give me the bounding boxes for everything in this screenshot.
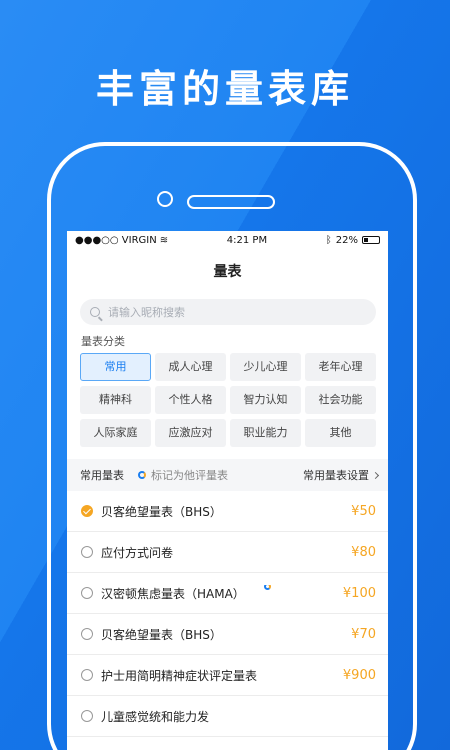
scale-row[interactable]: 汉密顿焦虑量表（HAMA） ¥100: [67, 573, 388, 614]
scale-name-text: 汉密顿焦虑量表（HAMA）: [101, 586, 245, 601]
other-rated-note: 标记为他评量表: [138, 467, 303, 483]
scale-row[interactable]: 应付方式问卷 ¥80: [67, 532, 388, 573]
scale-row[interactable]: 护士用简明精神症状评定量表 ¥900: [67, 655, 388, 696]
wifi-icon: ≋: [159, 234, 169, 246]
category-chip[interactable]: 成人心理: [155, 353, 226, 381]
scale-price: ¥50: [351, 503, 376, 519]
scale-name-text: 应付方式问卷: [101, 545, 174, 560]
radio-icon[interactable]: [81, 628, 93, 640]
speaker-icon: [187, 195, 275, 209]
scale-name-text: 儿童感觉统和能力发: [101, 709, 210, 724]
category-chip[interactable]: 人际家庭: [80, 419, 151, 447]
status-bar: ●●●○○ VIRGIN ≋ 4:21 PM ᛒ 22%: [67, 231, 388, 249]
category-chip[interactable]: 其他: [305, 419, 376, 447]
search-input[interactable]: 请输入昵称搜索: [80, 299, 376, 325]
scale-list: 贝客绝望量表（BHS） ¥50 应付方式问卷 ¥80 汉密顿焦虑量表（HAMA） ¥100…: [67, 491, 388, 737]
scale-name: 护士用简明精神症状评定量表: [101, 667, 343, 684]
phone-screen: ●●●○○ VIRGIN ≋ 4:21 PM ᛒ 22% 量表 请输入昵称搜索 …: [67, 231, 388, 750]
battery-icon: [362, 236, 380, 244]
category-chip[interactable]: 个性人格: [155, 386, 226, 414]
scale-row[interactable]: 贝客绝望量表（BHS） ¥70: [67, 614, 388, 655]
scale-name-text: 贝客绝望量表（BHS）: [101, 504, 222, 519]
radio-icon[interactable]: [81, 546, 93, 558]
radio-icon[interactable]: [81, 587, 93, 599]
common-scale-header: 常用量表 标记为他评量表 常用量表设置: [67, 459, 388, 491]
category-chip[interactable]: 职业能力: [230, 419, 301, 447]
scale-name: 贝客绝望量表（BHS）: [101, 503, 351, 520]
radio-icon[interactable]: [81, 669, 93, 681]
category-label: 量表分类: [81, 335, 125, 348]
scale-name-text: 贝客绝望量表（BHS）: [101, 627, 222, 642]
category-grid: 常用 成人心理 少儿心理 老年心理精神科 个性人格 智力认知 社会功能人际家庭 应激应对 职业能…: [80, 353, 376, 447]
carrier-label: ●●●○○ VIRGIN: [75, 234, 157, 246]
settings-label: 常用量表设置: [303, 469, 369, 482]
scale-name: 应付方式问卷: [101, 544, 351, 561]
bluetooth-icon: ᛒ: [325, 234, 332, 246]
search-icon: [90, 307, 100, 317]
other-rated-label: 标记为他评量表: [151, 469, 228, 482]
scale-price: ¥70: [351, 626, 376, 642]
scale-name-text: 护士用简明精神症状评定量表: [101, 668, 258, 683]
common-scale-settings-link[interactable]: 常用量表设置: [303, 467, 380, 483]
category-chip[interactable]: 少儿心理: [230, 353, 301, 381]
scale-name: 贝客绝望量表（BHS）: [101, 626, 351, 643]
radio-icon[interactable]: [81, 710, 93, 722]
other-rated-icon: [138, 471, 146, 479]
search-placeholder: 请输入昵称搜索: [108, 306, 185, 319]
scale-row[interactable]: 贝客绝望量表（BHS） ¥50: [67, 491, 388, 532]
category-chip[interactable]: 社会功能: [305, 386, 376, 414]
radio-icon[interactable]: [81, 505, 93, 517]
scale-price: ¥900: [342, 667, 376, 683]
watermark-arrows-icon: ▸▸▸: [213, 708, 247, 741]
banner-headline: 丰富的量表库: [95, 67, 354, 111]
clock: 4:21 PM: [226, 234, 268, 246]
other-rated-icon: [264, 584, 271, 590]
category-chip[interactable]: 老年心理: [305, 353, 376, 381]
category-chip[interactable]: 精神科: [80, 386, 151, 414]
page-title: 量表: [213, 264, 242, 280]
scale-price: ¥100: [342, 585, 376, 601]
camera-icon: [157, 191, 173, 207]
category-chip[interactable]: 智力认知: [230, 386, 301, 414]
battery-percent: 22%: [335, 234, 358, 246]
common-scale-title: 常用量表: [80, 469, 124, 482]
scale-price: ¥80: [351, 544, 376, 560]
scale-name: 汉密顿焦虑量表（HAMA）: [101, 584, 343, 602]
category-chip[interactable]: 应激应对: [155, 419, 226, 447]
chevron-right-icon: [371, 471, 380, 479]
category-chip[interactable]: 常用: [80, 353, 151, 381]
